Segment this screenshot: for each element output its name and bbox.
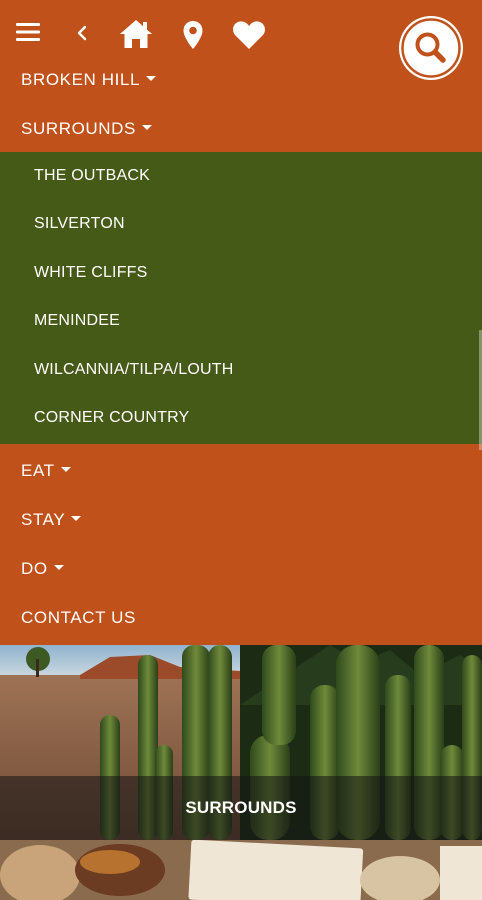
submenu-item-label: MENINDEE [34,312,121,329]
menu-item-surrounds[interactable]: SURROUNDS [0,105,482,153]
submenu-item-corner-country[interactable]: CORNER COUNTRY [0,394,482,442]
caret-down-icon [146,76,157,82]
hamburger-menu-icon[interactable] [16,22,40,42]
menu-item-broken-hill[interactable]: BROKEN HILL [0,56,482,104]
menu-item-label: STAY [21,510,66,529]
menu-item-label: EAT [21,461,55,480]
menu-item-label: CONTACT US [21,608,136,627]
caret-down-icon [60,467,71,473]
map-pin-icon[interactable] [182,20,204,50]
menu-item-do[interactable]: DO [0,545,482,593]
submenu-item-wilcannia-tilpa-louth[interactable]: WILCANNIA/TILPA/LOUTH [0,346,482,394]
menu-item-label: DO [21,559,48,578]
caret-down-icon [71,516,82,522]
food-image-strip[interactable] [0,840,482,900]
menu-item-label: BROKEN HILL [21,70,141,89]
surrounds-submenu: THE OUTBACK SILVERTON WHITE CLIFFS MENIN… [0,152,482,444]
menu-item-eat[interactable]: EAT [0,447,482,495]
caret-down-icon [141,125,152,131]
submenu-item-the-outback[interactable]: THE OUTBACK [0,152,482,200]
caret-down-icon [53,565,64,571]
menu-item-contact-us[interactable]: CONTACT US [0,594,482,642]
hero-caption: SURROUNDS [185,798,297,817]
submenu-item-label: THE OUTBACK [34,167,150,184]
menu-item-stay[interactable]: STAY [0,496,482,544]
submenu-item-silverton[interactable]: SILVERTON [0,200,482,248]
home-icon[interactable] [118,18,154,50]
menu-item-label: SURROUNDS [21,119,136,138]
submenu-item-menindee[interactable]: MENINDEE [0,297,482,345]
submenu-item-label: SILVERTON [34,215,125,232]
submenu-item-white-cliffs[interactable]: WHITE CLIFFS [0,249,482,297]
food-image [0,840,482,900]
submenu-item-label: WILCANNIA/TILPA/LOUTH [34,361,234,378]
heart-icon[interactable] [232,20,266,50]
submenu-item-label: WHITE CLIFFS [34,264,148,281]
back-chevron-icon[interactable] [76,25,88,41]
submenu-item-label: CORNER COUNTRY [34,409,190,426]
